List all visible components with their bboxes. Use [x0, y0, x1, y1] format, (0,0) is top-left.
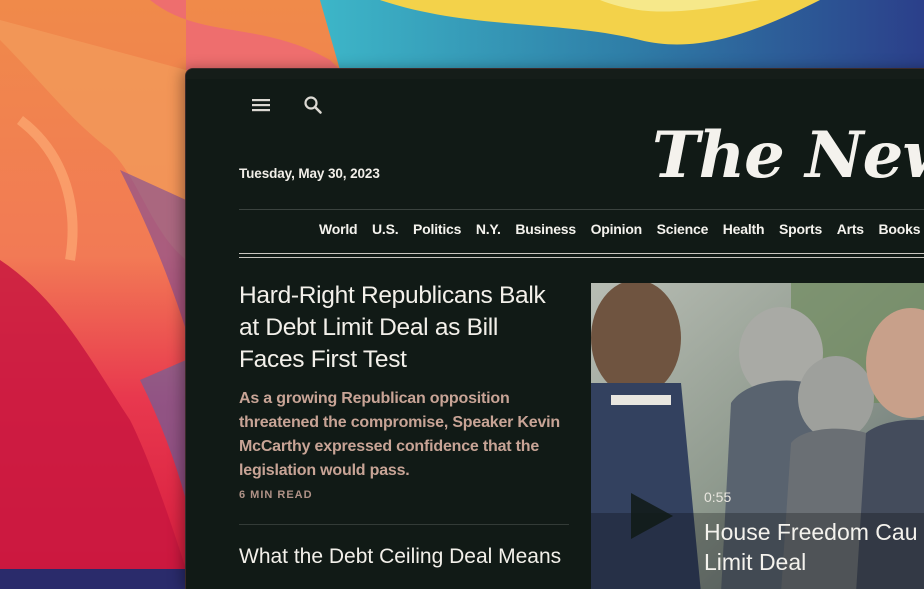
nav-item-business[interactable]: Business — [515, 221, 576, 237]
play-icon[interactable] — [629, 491, 675, 546]
nav-item-health[interactable]: Health — [723, 221, 765, 237]
hamburger-icon[interactable] — [248, 92, 274, 118]
nav-item-politics[interactable]: Politics — [413, 221, 461, 237]
second-headline[interactable]: What the Debt Ceiling Deal Means — [239, 543, 579, 571]
masthead-divider — [239, 209, 924, 210]
nav-item-science[interactable]: Science — [657, 221, 709, 237]
nav-double-rule — [239, 253, 924, 258]
nav-item-sports[interactable]: Sports — [779, 221, 822, 237]
search-icon[interactable] — [300, 92, 326, 118]
video-duration: 0:55 — [704, 489, 732, 505]
browser-window: Tuesday, May 30, 2023 The New Y World U.… — [186, 69, 924, 589]
video-title[interactable]: House Freedom Cau Limit Deal — [704, 517, 924, 577]
nav-item-us[interactable]: U.S. — [372, 221, 399, 237]
read-time: 6 MIN READ — [239, 489, 313, 501]
nav-item-arts[interactable]: Arts — [837, 221, 864, 237]
lead-video-thumbnail[interactable]: 0:55 House Freedom Cau Limit Deal — [591, 283, 924, 589]
lead-headline[interactable]: Hard-Right Republicans Balk at Debt Limi… — [239, 280, 569, 376]
nav-item-books[interactable]: Books — [879, 221, 921, 237]
section-nav: World U.S. Politics N.Y. Business Opinio… — [319, 221, 924, 237]
story-divider — [239, 524, 569, 525]
nyt-logo[interactable]: The New Y — [652, 118, 924, 193]
nav-item-world[interactable]: World — [319, 221, 358, 237]
nav-item-opinion[interactable]: Opinion — [591, 221, 643, 237]
lead-summary: As a growing Republican opposition threa… — [239, 390, 561, 479]
nav-item-ny[interactable]: N.Y. — [476, 221, 501, 237]
masthead-date: Tuesday, May 30, 2023 — [239, 166, 380, 181]
